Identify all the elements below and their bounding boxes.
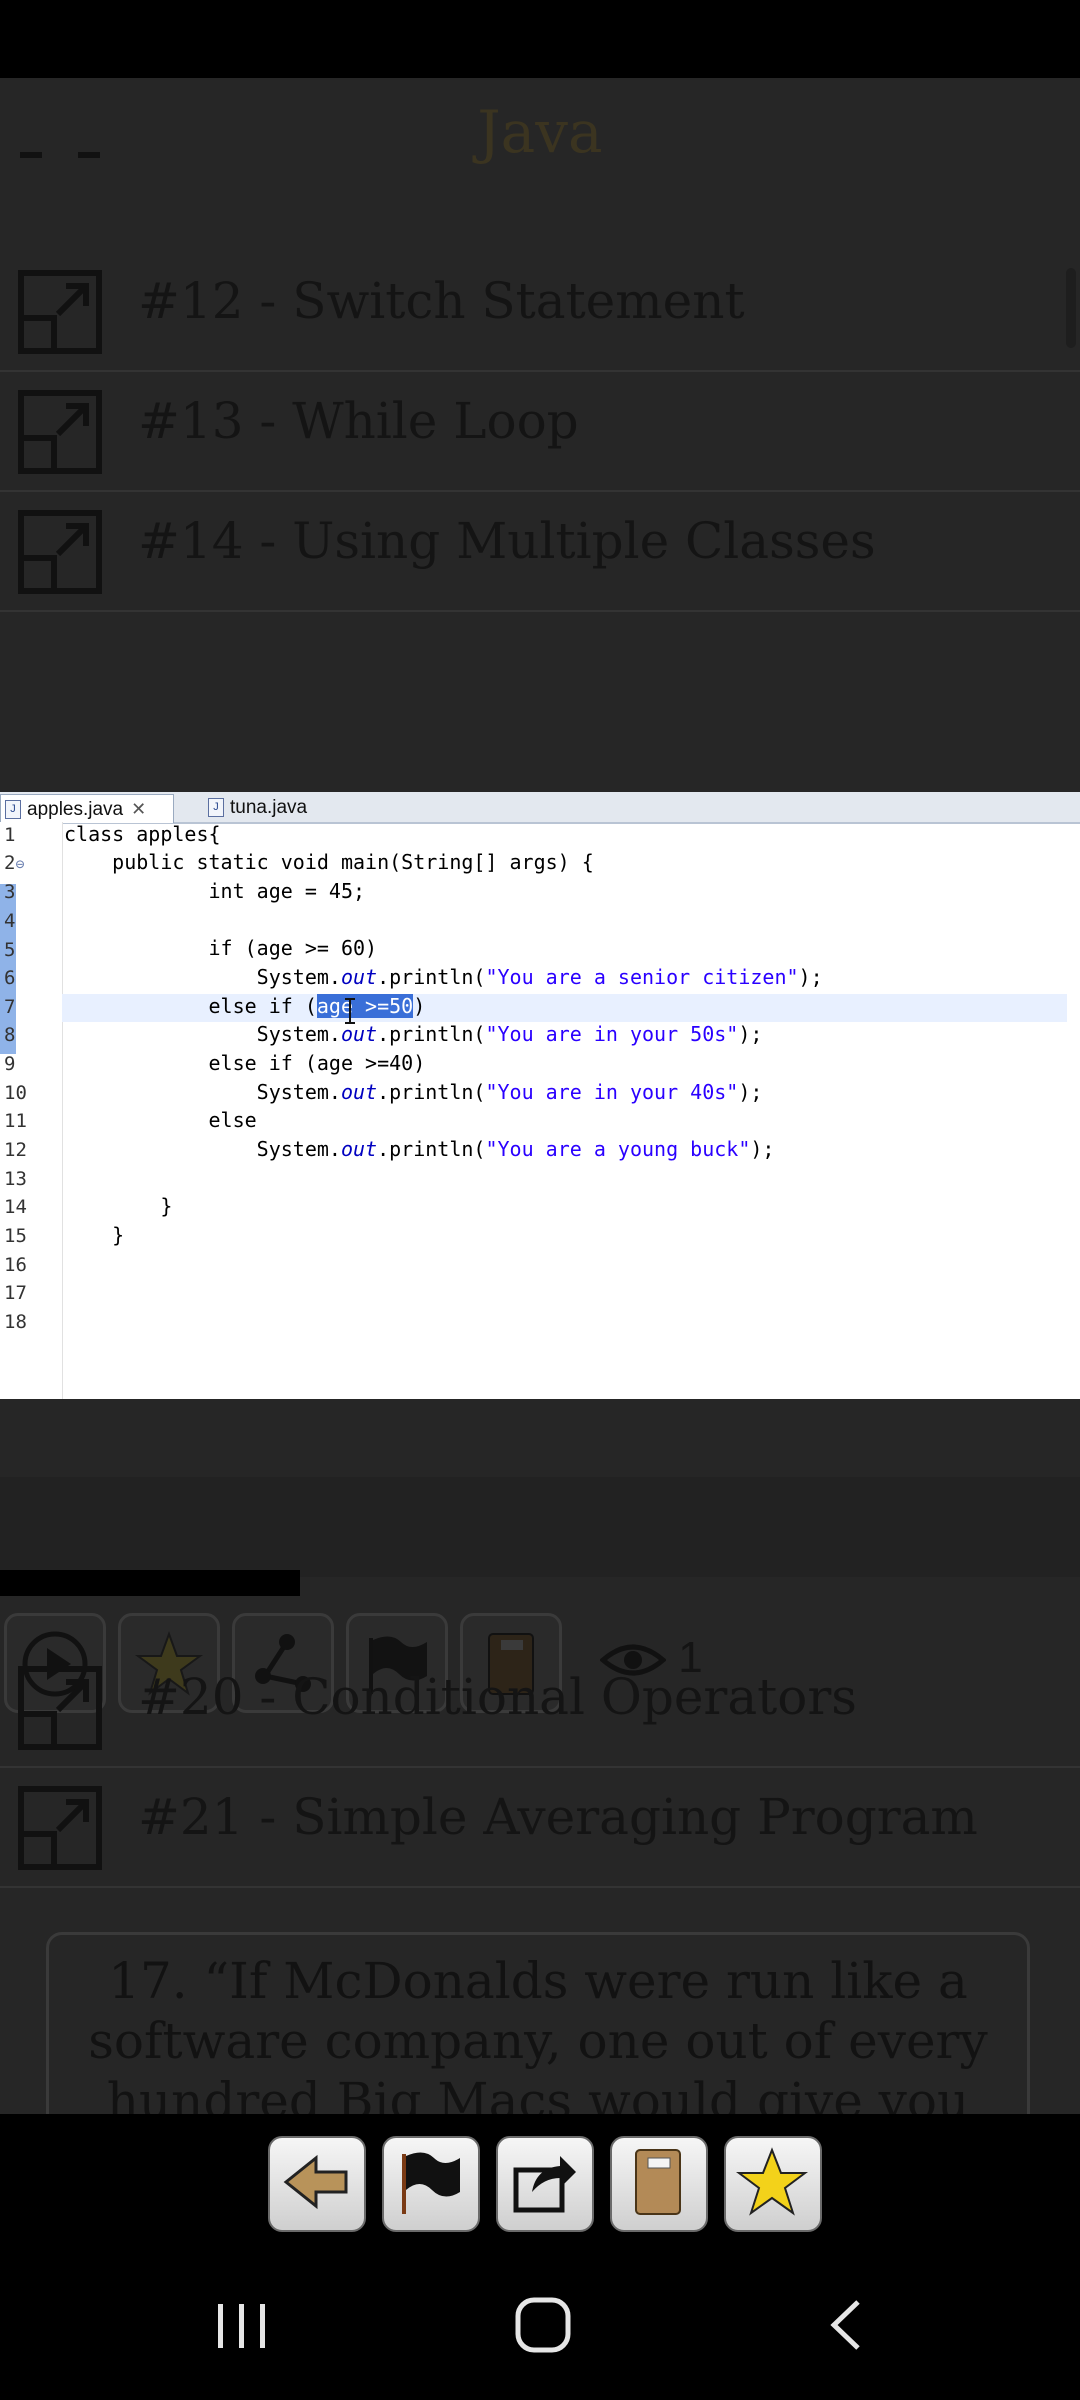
code-line: class apples{	[64, 822, 221, 846]
list-item-label: #13 - While Loop	[138, 392, 579, 450]
line-number: 12	[4, 1139, 27, 1161]
list-item-label: #21 - Simple Averaging Program	[138, 1788, 978, 1846]
line-number: 9	[4, 1053, 16, 1075]
line-number: 11	[4, 1110, 27, 1132]
code-line: if (age >= 60)	[64, 936, 378, 960]
recent-apps-icon[interactable]	[214, 2298, 270, 2354]
line-number: 14	[4, 1196, 27, 1218]
open-external-icon	[18, 510, 102, 594]
open-external-icon	[18, 1786, 102, 1870]
flag-icon	[402, 2152, 460, 2214]
video-progress-bar[interactable]	[0, 1570, 300, 1596]
system-navigation-bar	[0, 2262, 1080, 2400]
editor-tabs: Japples.java ✕ Jtuna.java	[0, 792, 1080, 824]
line-number: 17	[4, 1282, 27, 1304]
line-number: 6	[4, 967, 16, 989]
line-number: 16	[4, 1254, 27, 1276]
line-number: 18	[4, 1311, 27, 1333]
list-item[interactable]: #12 - Switch Statement	[0, 250, 1080, 372]
arrow-left-icon	[283, 2154, 348, 2210]
tab-label: apples.java	[27, 799, 124, 820]
star-icon	[736, 2147, 808, 2216]
text-cursor-icon	[345, 998, 355, 1024]
notebook-icon	[635, 2149, 681, 2215]
line-number: 5	[4, 939, 16, 961]
line-number: 15	[4, 1225, 27, 1247]
notes-button[interactable]	[610, 2136, 708, 2232]
list-item-label: #20 - Conditional Operators	[138, 1668, 857, 1726]
quote-text: 17. “If McDonalds were run like a softwa…	[88, 1952, 988, 2114]
share-button[interactable]	[496, 2136, 594, 2232]
open-external-icon	[18, 1666, 102, 1750]
line-gutter: 1 2⊖ 3 4 5 6 7 8 9 10 11 12 13 14 15 16 …	[0, 822, 63, 1399]
code-line: public static void main(String[] args) {	[64, 850, 594, 874]
code-line: }	[64, 1194, 173, 1218]
code-line: int age = 45;	[64, 879, 366, 903]
open-external-icon	[18, 270, 102, 354]
line-number: 7	[4, 996, 16, 1018]
code-line: }	[64, 1223, 125, 1247]
list-item-label: #12 - Switch Statement	[138, 272, 745, 330]
back-button[interactable]	[268, 2136, 366, 2232]
line-number: 13	[4, 1168, 27, 1190]
code-line: System.out.println("You are a young buck…	[64, 1137, 775, 1161]
line-number: 1	[4, 824, 16, 846]
line-number: 10	[4, 1082, 27, 1104]
tab-tuna-java[interactable]: Jtuna.java	[204, 794, 344, 822]
line-number: 3	[4, 881, 16, 903]
line-number: 2⊖	[4, 852, 25, 874]
favorite-button[interactable]	[724, 2136, 822, 2232]
java-file-icon: J	[5, 800, 21, 820]
open-external-icon	[18, 390, 102, 474]
line-number: 8	[4, 1024, 16, 1046]
list-item[interactable]: #14 - Using Multiple Classes	[0, 490, 1080, 612]
fold-icon[interactable]: ⊖	[15, 855, 24, 873]
list-item[interactable]: #13 - While Loop	[0, 370, 1080, 492]
back-icon[interactable]	[822, 2296, 870, 2354]
code-area[interactable]: class apples{ public static void main(St…	[62, 822, 1080, 1399]
code-line: System.out.println("You are a senior cit…	[64, 965, 823, 989]
bottom-toolbar	[0, 2114, 1080, 2262]
video-player[interactable]: Japples.java ✕ Jtuna.java 1 2⊖ 3 4 5 6 7 …	[0, 792, 1080, 1399]
page-title: Java	[477, 98, 603, 166]
code-line: else	[64, 1108, 257, 1132]
line-number: 4	[4, 910, 16, 932]
code-line: System.out.println("You are in your 40s"…	[64, 1080, 763, 1104]
code-line: else if (age >=50)	[64, 994, 426, 1018]
code-line: System.out.println("You are in your 50s"…	[64, 1022, 763, 1046]
video-controls-strip	[0, 1477, 1080, 1577]
close-icon[interactable]: ✕	[131, 799, 146, 819]
share-export-icon	[513, 2156, 576, 2213]
list-item-label: #14 - Using Multiple Classes	[138, 512, 876, 570]
java-file-icon: J	[208, 798, 224, 818]
text-selection: age >=50	[316, 994, 414, 1018]
scrollbar[interactable]	[1066, 268, 1076, 348]
list-item[interactable]: #20 - Conditional Operators	[0, 1646, 1080, 1768]
list-item[interactable]: #21 - Simple Averaging Program	[0, 1766, 1080, 1888]
code-line: else if (age >=40)	[64, 1051, 426, 1075]
tab-apples-java[interactable]: Japples.java ✕	[0, 794, 174, 823]
report-button[interactable]	[382, 2136, 480, 2232]
tab-label: tuna.java	[230, 797, 308, 818]
home-icon[interactable]	[514, 2296, 572, 2354]
partial-item-icon	[20, 152, 100, 158]
quote-box: 17. “If McDonalds were run like a softwa…	[46, 1932, 1030, 2114]
